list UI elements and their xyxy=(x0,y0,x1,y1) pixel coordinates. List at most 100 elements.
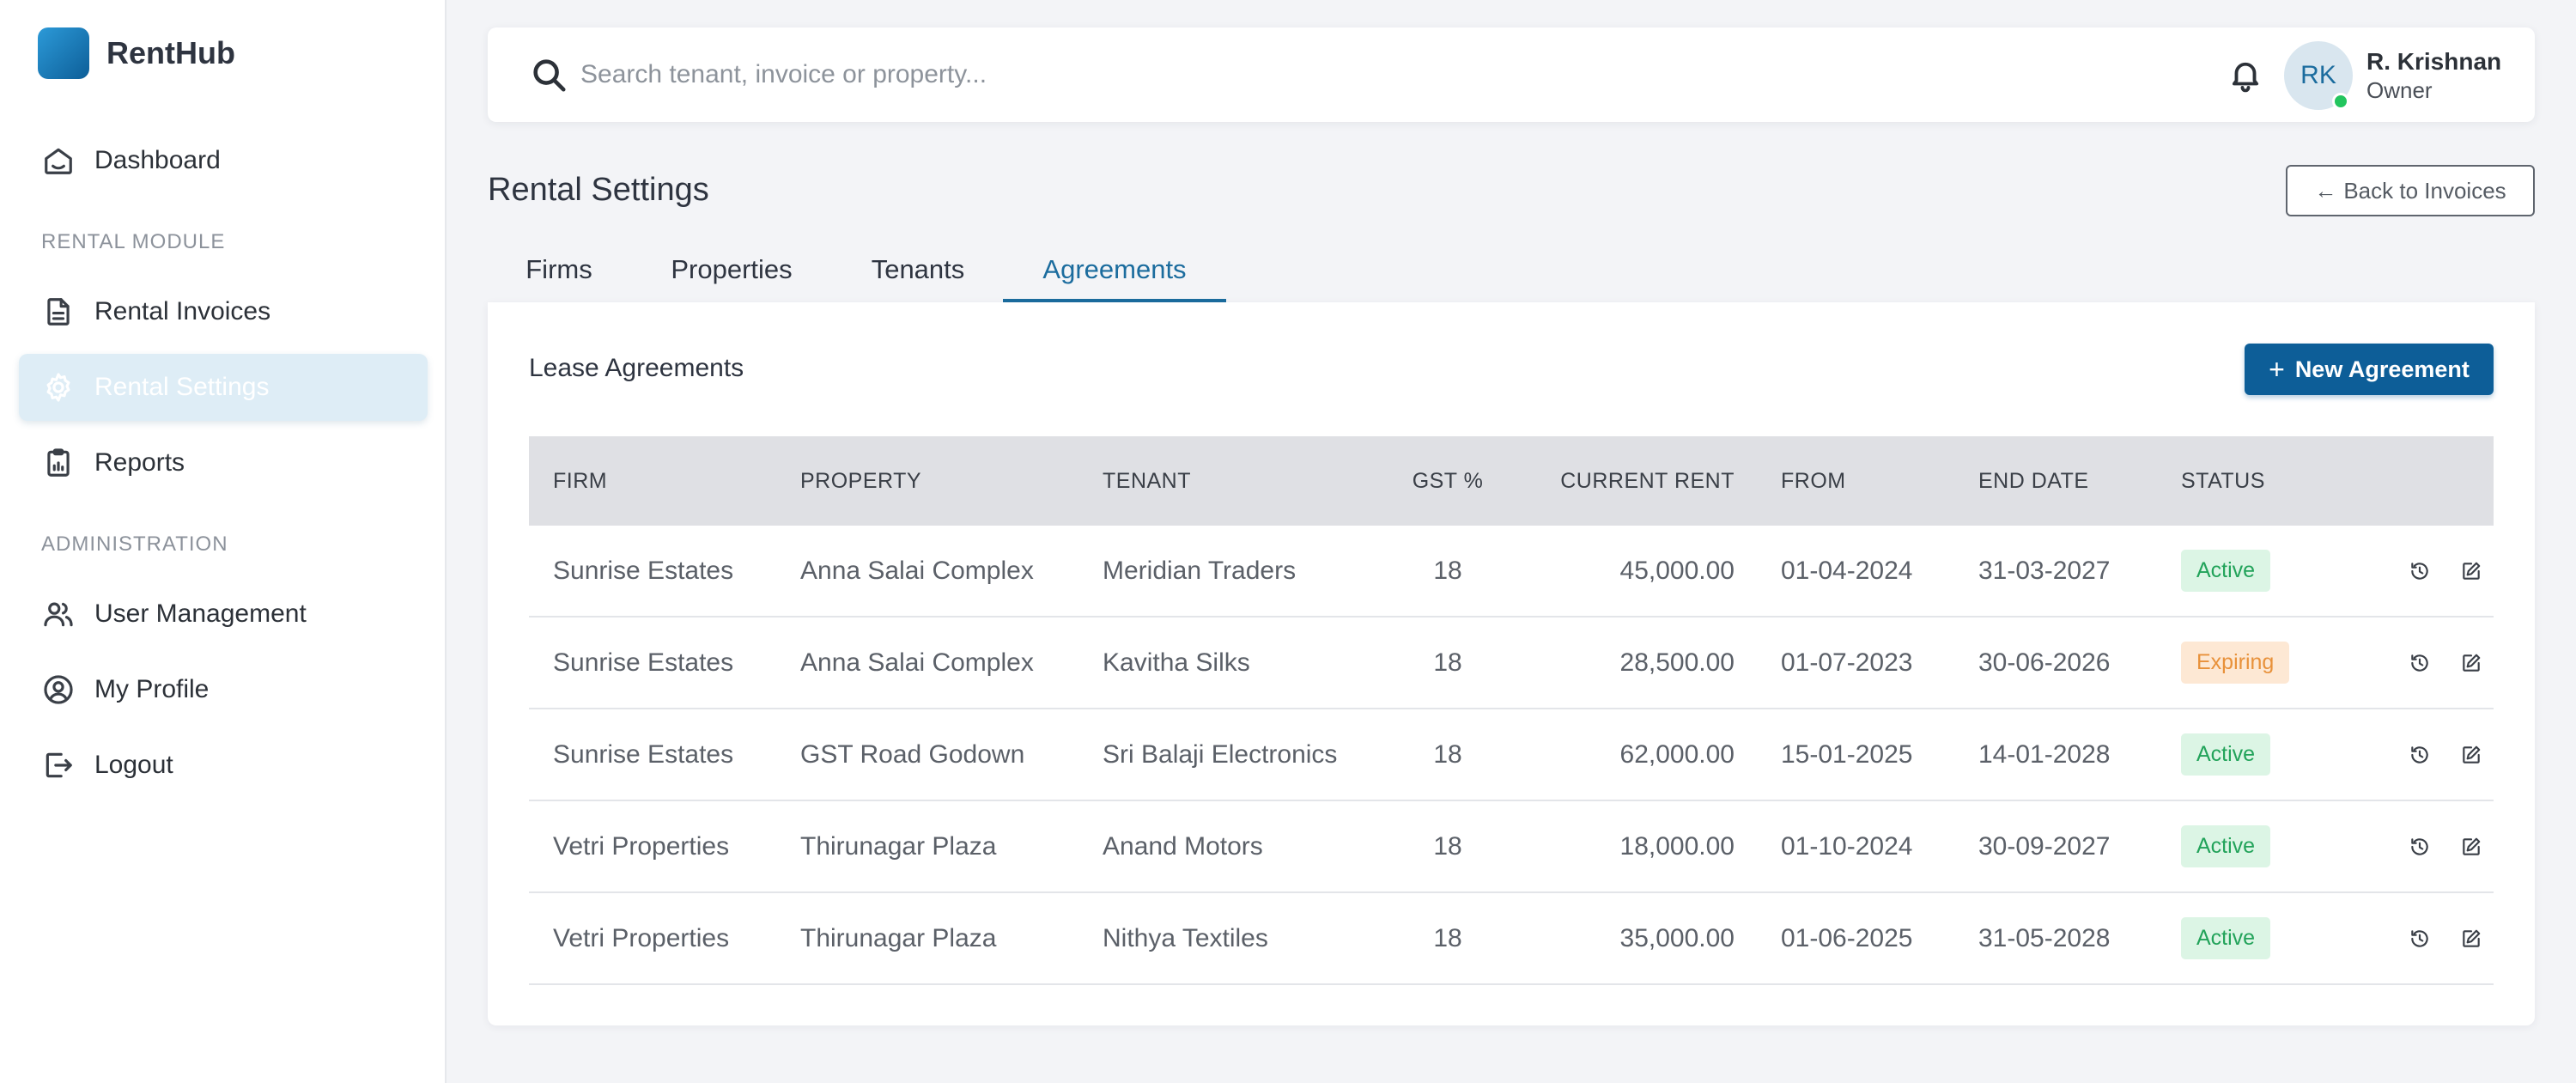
sidebar-item-logout[interactable]: Logout xyxy=(19,732,428,799)
cell-tenant: Nithya Textiles xyxy=(1103,923,1268,952)
cell-rent: 18,000.00 xyxy=(1619,831,1735,861)
column-header-tenant[interactable]: TENANT xyxy=(1103,436,1191,526)
column-header-firm[interactable]: FIRM xyxy=(553,436,607,526)
brand-logo xyxy=(38,27,89,79)
column-header-property[interactable]: PROPERTY xyxy=(800,436,921,526)
cell-rent: 28,500.00 xyxy=(1619,648,1735,677)
history-icon[interactable] xyxy=(2406,925,2433,952)
edit-icon[interactable] xyxy=(2458,741,2485,769)
section-label-rental: RENTAL MODULE xyxy=(41,230,226,253)
table-row[interactable]: Vetri Properties Thirunagar Plaza Nithya… xyxy=(529,893,2494,985)
history-icon[interactable] xyxy=(2406,649,2433,677)
table-row[interactable]: Vetri Properties Thirunagar Plaza Anand … xyxy=(529,801,2494,893)
tab-label: Tenants xyxy=(871,254,965,284)
cell-tenant: Sri Balaji Electronics xyxy=(1103,739,1338,769)
cell-end-date: 30-06-2026 xyxy=(1978,648,2111,677)
table-row[interactable]: Sunrise Estates GST Road Godown Sri Bala… xyxy=(529,709,2494,801)
sidebar-item-label: Dashboard xyxy=(94,146,221,174)
column-header-current-rent[interactable]: CURRENT RENT xyxy=(1525,436,1735,526)
cell-tenant: Meridian Traders xyxy=(1103,556,1297,585)
tab-properties[interactable]: Properties xyxy=(634,240,829,302)
sidebar-item-user-management[interactable]: User Management xyxy=(19,581,428,648)
card-title: Lease Agreements xyxy=(529,354,744,382)
cell-status: Active xyxy=(2181,801,2271,891)
sidebar-item-rental-invoices[interactable]: Rental Invoices xyxy=(19,278,428,345)
cell-from: 01-04-2024 xyxy=(1781,556,1913,585)
online-status-dot xyxy=(2332,93,2349,110)
top-bar: RK R. Krishnan Owner xyxy=(488,27,2535,122)
sidebar-item-reports[interactable]: Reports xyxy=(19,429,428,496)
cell-property: Thirunagar Plaza xyxy=(800,831,997,861)
cell-from: 01-07-2023 xyxy=(1781,648,1913,677)
sidebar-item-label: My Profile xyxy=(94,675,210,703)
column-header-from[interactable]: FROM xyxy=(1781,436,1846,526)
back-to-invoices-button[interactable]: ← Back to Invoices xyxy=(2286,165,2535,216)
back-button-label: Back to Invoices xyxy=(2343,177,2506,204)
cell-gst: 18 xyxy=(1433,739,1462,769)
gear-icon xyxy=(41,370,76,405)
plus-icon: + xyxy=(2269,353,2285,385)
bell-icon[interactable] xyxy=(2224,53,2267,96)
cell-status: Active xyxy=(2181,526,2271,616)
history-icon[interactable] xyxy=(2406,557,2433,585)
table-row[interactable]: Sunrise Estates Anna Salai Complex Merid… xyxy=(529,526,2494,618)
sidebar-item-dashboard[interactable]: Dashboard xyxy=(19,127,428,194)
status-badge: Active xyxy=(2181,733,2271,776)
cell-property: Anna Salai Complex xyxy=(800,556,1034,585)
search-input[interactable] xyxy=(580,48,1783,101)
tab-agreements[interactable]: Agreements xyxy=(1003,240,1226,302)
new-agreement-button[interactable]: + New Agreement xyxy=(2245,344,2494,395)
edit-icon[interactable] xyxy=(2458,557,2485,585)
column-header-end-date[interactable]: END DATE xyxy=(1978,436,2089,526)
new-agreement-label: New Agreement xyxy=(2294,356,2470,382)
history-icon[interactable] xyxy=(2406,833,2433,861)
search-icon xyxy=(529,55,568,94)
sidebar-item-my-profile[interactable]: My Profile xyxy=(19,656,428,723)
tab-firms[interactable]: Firms xyxy=(488,240,630,302)
clipboard-icon xyxy=(41,446,76,480)
cell-gst: 18 xyxy=(1433,648,1462,677)
sidebar-item-label: Rental Settings xyxy=(94,373,270,401)
history-icon[interactable] xyxy=(2406,741,2433,769)
sidebar-item-rental-settings[interactable]: Rental Settings xyxy=(19,354,428,421)
home-icon xyxy=(41,143,76,178)
edit-icon[interactable] xyxy=(2458,649,2485,677)
arrow-left-icon: ← xyxy=(2314,177,2337,204)
user-role: Owner xyxy=(2366,77,2433,103)
user-name[interactable]: R. Krishnan xyxy=(2366,48,2501,76)
cell-firm: Vetri Properties xyxy=(553,923,730,952)
agreements-table: FIRM PROPERTY TENANT GST % CURRENT RENT … xyxy=(529,436,2494,985)
sidebar-item-label: User Management xyxy=(94,599,307,628)
cell-end-date: 14-01-2028 xyxy=(1978,739,2111,769)
status-badge: Active xyxy=(2181,917,2271,959)
brand-name: RentHub xyxy=(106,35,235,70)
column-header-status[interactable]: STATUS xyxy=(2181,436,2265,526)
column-header-gst[interactable]: GST % xyxy=(1388,436,1508,526)
page-title: Rental Settings xyxy=(488,172,709,208)
cell-from: 01-06-2025 xyxy=(1781,923,1913,952)
tab-tenants[interactable]: Tenants xyxy=(840,240,996,302)
cell-firm: Sunrise Estates xyxy=(553,648,734,677)
cell-property: Anna Salai Complex xyxy=(800,648,1034,677)
tab-label: Firms xyxy=(526,254,592,284)
cell-property: Thirunagar Plaza xyxy=(800,923,997,952)
brand[interactable]: RentHub xyxy=(38,27,235,79)
cell-gst: 18 xyxy=(1433,923,1462,952)
tab-label: Properties xyxy=(671,254,793,284)
agreements-card: Lease Agreements + New Agreement FIRM PR… xyxy=(488,302,2535,1025)
status-badge: Active xyxy=(2181,825,2271,867)
edit-icon[interactable] xyxy=(2458,833,2485,861)
cell-tenant: Anand Motors xyxy=(1103,831,1263,861)
sidebar: RentHub Dashboard RENTAL MODULE Rental I… xyxy=(0,0,447,1083)
tab-label: Agreements xyxy=(1042,254,1187,284)
edit-icon[interactable] xyxy=(2458,925,2485,952)
sidebar-item-label: Reports xyxy=(94,448,185,477)
table-row[interactable]: Sunrise Estates Anna Salai Complex Kavit… xyxy=(529,618,2494,709)
cell-tenant: Kavitha Silks xyxy=(1103,648,1250,677)
section-label-admin: ADMINISTRATION xyxy=(41,532,228,556)
table-header: FIRM PROPERTY TENANT GST % CURRENT RENT … xyxy=(529,436,2494,526)
cell-status: Active xyxy=(2181,709,2271,800)
cell-status: Expiring xyxy=(2181,618,2290,708)
cell-gst: 18 xyxy=(1433,556,1462,585)
logout-icon xyxy=(41,748,76,782)
